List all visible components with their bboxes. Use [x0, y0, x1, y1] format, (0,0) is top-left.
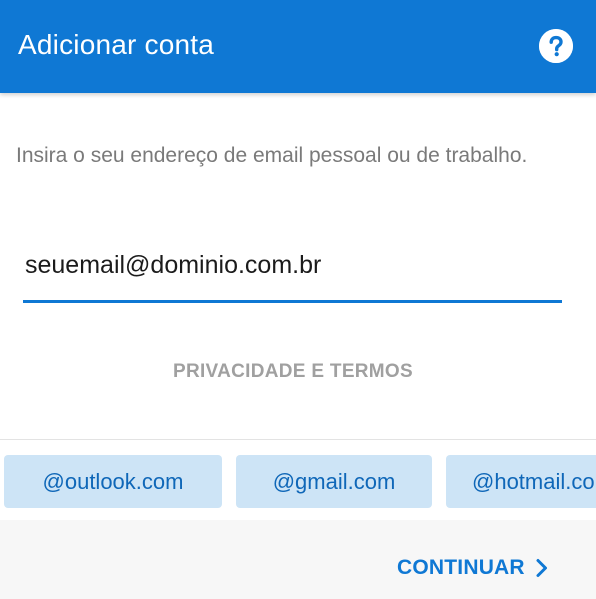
app-bar: Adicionar conta	[0, 0, 596, 93]
continue-label: CONTINUAR	[397, 556, 525, 579]
bottom-action-bar: CONTINUAR	[0, 520, 596, 599]
email-field[interactable]	[23, 243, 562, 287]
privacy-terms-link[interactable]: PRIVACIDADE E TERMOS	[0, 358, 586, 386]
help-button[interactable]	[539, 29, 573, 63]
continue-button[interactable]: CONTINUAR	[397, 553, 549, 583]
question-circle-icon	[539, 29, 573, 63]
email-field-underline	[23, 300, 562, 303]
add-account-screen: Adicionar conta Insira o seu endereço de…	[0, 0, 596, 599]
instruction-text: Insira o seu endereço de email pessoal o…	[16, 144, 528, 167]
domain-suggestions: @outlook.com @gmail.com @hotmail.com	[0, 440, 596, 520]
suggestion-gmail-chip[interactable]: @gmail.com	[236, 455, 432, 508]
suggestion-hotmail-chip[interactable]: @hotmail.com	[446, 455, 596, 508]
chevron-right-icon	[536, 559, 547, 577]
suggestion-outlook-chip[interactable]: @outlook.com	[4, 455, 222, 508]
page-title: Adicionar conta	[18, 29, 215, 60]
